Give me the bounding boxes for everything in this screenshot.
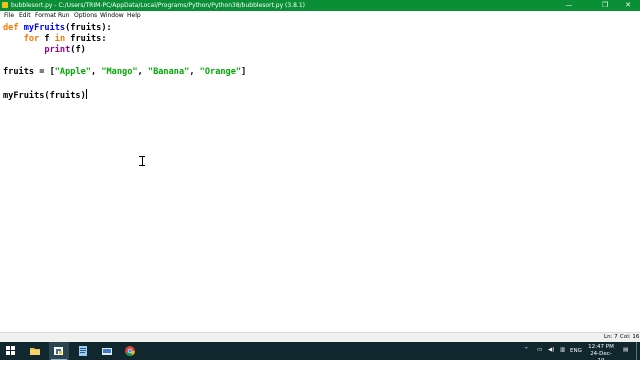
list-assign: fruits = [: [3, 67, 55, 77]
menu-run[interactable]: Run: [58, 11, 70, 21]
menu-edit[interactable]: Edit: [19, 11, 31, 21]
function-params: (fruits):: [65, 23, 112, 33]
window-title: bubblesort.py - C:/Users/TRIM-PC/AppData…: [11, 2, 305, 9]
clock-date: 24-Dec-19: [590, 351, 612, 364]
menu-format[interactable]: Format: [35, 11, 56, 21]
text-caret: [85, 89, 87, 99]
string-apple: "Apple": [54, 67, 91, 77]
loop-var: f: [39, 34, 55, 44]
keyword-for: for: [23, 34, 40, 44]
ibeam-cursor-icon: [139, 156, 145, 166]
keyword-def: def: [3, 23, 19, 33]
menu-file[interactable]: File: [4, 11, 14, 21]
maximize-button[interactable]: ❐: [594, 0, 616, 11]
tray-chevron-up-icon[interactable]: ⌃: [524, 347, 529, 365]
taskbar-file-explorer[interactable]: [25, 342, 45, 360]
string-mango: "Mango": [101, 67, 138, 77]
tray-network-icon[interactable]: ▭: [537, 347, 542, 365]
taskbar-notepad[interactable]: [73, 342, 93, 360]
status-bar: Ln: 7 Col: 16: [0, 332, 640, 342]
menu-window[interactable]: Window: [100, 11, 124, 21]
menu-bar: File Edit Format Run Options Window Help: [0, 11, 640, 21]
list-end: ]: [241, 67, 247, 77]
menu-options[interactable]: Options: [74, 11, 97, 21]
task-view-icon: [102, 348, 112, 355]
string-orange: "Orange": [199, 67, 242, 77]
function-call: myFruits(fruits): [3, 91, 86, 101]
close-button[interactable]: ✕: [617, 0, 639, 11]
notification-icon[interactable]: ▤: [623, 347, 628, 365]
separator: ,: [90, 67, 102, 77]
loop-iterable: fruits:: [65, 34, 107, 44]
show-desktop-button[interactable]: [636, 342, 637, 360]
line-number: Ln: 7: [604, 334, 618, 340]
function-name: myFruits: [23, 23, 66, 33]
menu-help[interactable]: Help: [127, 11, 141, 21]
column-number: Col: 16: [620, 334, 640, 340]
clock-time: 12:47 PM: [588, 344, 614, 350]
notepad-icon: [79, 346, 87, 356]
chrome-icon: [125, 346, 135, 356]
start-button[interactable]: [1, 342, 21, 360]
code-editor[interactable]: def myFruits(fruits): for f in fruits: p…: [0, 21, 640, 332]
folder-icon: [30, 348, 40, 355]
minimize-button[interactable]: —: [558, 0, 580, 11]
code-text[interactable]: def myFruits(fruits): for f in fruits: p…: [3, 23, 246, 102]
title-bar: bubblesort.py - C:/Users/TRIM-PC/AppData…: [0, 0, 640, 11]
separator: ,: [189, 67, 200, 77]
tray-language[interactable]: ENG: [570, 348, 582, 366]
tray-volume-icon[interactable]: ◀): [548, 347, 554, 365]
taskbar: ⌃ ▭ ◀) ▥ ENG 12:47 PM 24-Dec-19 ▤: [0, 342, 640, 364]
windows-logo-icon: [6, 346, 16, 356]
tray-clock[interactable]: 12:47 PM 24-Dec-19: [587, 344, 615, 365]
string-banana: "Banana": [147, 67, 190, 77]
python-idle-icon: [54, 347, 63, 355]
taskbar-chrome[interactable]: [120, 342, 140, 360]
taskbar-idle-python[interactable]: [49, 342, 69, 360]
taskbar-task-view[interactable]: [97, 342, 117, 360]
idle-app-icon: [2, 2, 8, 8]
print-args: (f): [70, 45, 86, 55]
keyword-in: in: [54, 34, 66, 44]
builtin-print: print: [44, 45, 71, 55]
separator: ,: [137, 67, 148, 77]
tray-battery-icon[interactable]: ▥: [560, 347, 565, 365]
